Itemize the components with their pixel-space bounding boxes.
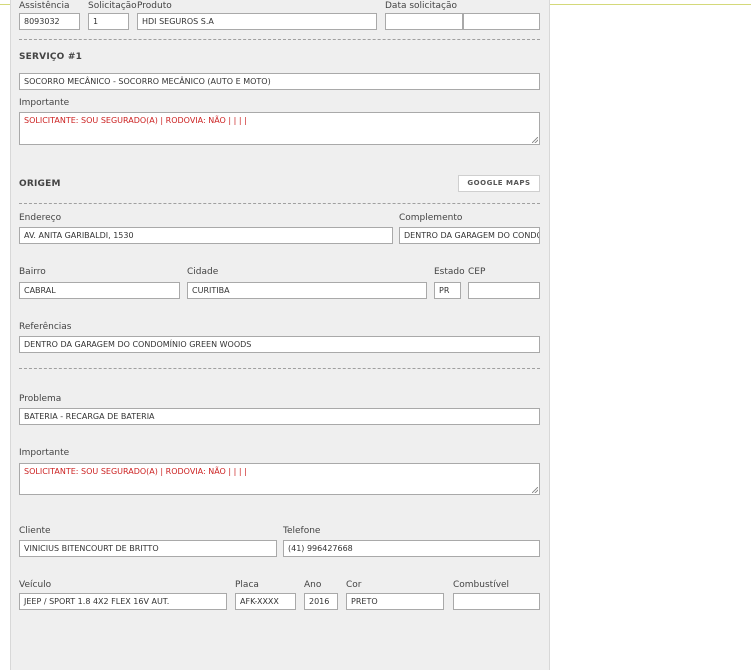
solicitacao-label: Solicitação bbox=[88, 1, 137, 11]
cep-label: CEP bbox=[468, 267, 486, 277]
problema-field[interactable]: BATERIA - RECARGA DE BATERIA bbox=[19, 408, 540, 425]
endereco-field[interactable]: AV. ANITA GARIBALDI, 1530 bbox=[19, 227, 393, 244]
bairro-field[interactable]: CABRAL bbox=[19, 282, 180, 299]
cep-field[interactable] bbox=[468, 282, 540, 299]
cidade-field[interactable]: CURITIBA bbox=[187, 282, 427, 299]
data-solicitacao-time-field[interactable] bbox=[463, 13, 540, 30]
assistencia-field[interactable]: 8093032 bbox=[19, 13, 80, 30]
problema-importante-textarea[interactable]: SOLICITANTE: SOU SEGURADO(A) | RODOVIA: … bbox=[19, 463, 540, 495]
ano-label: Ano bbox=[304, 580, 322, 590]
complemento-field[interactable]: DENTRO DA GARAGEM DO CONDOMÍNIO bbox=[399, 227, 540, 244]
ano-field[interactable]: 2016 bbox=[304, 593, 338, 610]
cor-field[interactable]: PRETO bbox=[346, 593, 444, 610]
resize-grip-icon[interactable] bbox=[532, 487, 538, 493]
origem-title: ORIGEM bbox=[19, 179, 61, 189]
data-solicitacao-date-field[interactable] bbox=[385, 13, 463, 30]
endereco-label: Endereço bbox=[19, 213, 62, 223]
servico-field[interactable]: SOCORRO MECÂNICO - SOCORRO MECÂNICO (AUT… bbox=[19, 73, 540, 90]
problema-importante-label: Importante bbox=[19, 448, 70, 458]
produto-field[interactable]: HDI SEGUROS S.A bbox=[137, 13, 377, 30]
google-maps-button[interactable]: GOOGLE MAPS bbox=[458, 175, 540, 192]
divider bbox=[19, 368, 540, 369]
servico-importante-textarea[interactable]: SOLICITANTE: SOU SEGURADO(A) | RODOVIA: … bbox=[19, 112, 540, 145]
problema-importante-text: SOLICITANTE: SOU SEGURADO(A) | RODOVIA: … bbox=[24, 467, 247, 476]
complemento-label: Complemento bbox=[399, 213, 463, 223]
referencias-field[interactable]: DENTRO DA GARAGEM DO CONDOMÍNIO GREEN WO… bbox=[19, 336, 540, 353]
veiculo-field[interactable]: JEEP / SPORT 1.8 4X2 FLEX 16V AUT. bbox=[19, 593, 227, 610]
resize-grip-icon[interactable] bbox=[532, 137, 538, 143]
combustivel-field[interactable] bbox=[453, 593, 540, 610]
form-panel bbox=[10, 0, 550, 670]
data-solicitacao-label: Data solicitação bbox=[385, 1, 458, 11]
cliente-label: Cliente bbox=[19, 526, 51, 536]
bairro-label: Bairro bbox=[19, 267, 46, 277]
problema-label: Problema bbox=[19, 394, 62, 404]
combustivel-label: Combustível bbox=[453, 580, 510, 590]
telefone-label: Telefone bbox=[283, 526, 321, 536]
estado-field[interactable]: PR bbox=[434, 282, 461, 299]
divider bbox=[19, 39, 540, 40]
placa-field[interactable]: AFK-XXXX bbox=[235, 593, 296, 610]
assistencia-label: Assistência bbox=[19, 1, 70, 11]
cor-label: Cor bbox=[346, 580, 362, 590]
estado-label: Estado bbox=[434, 267, 465, 277]
telefone-field[interactable]: (41) 996427668 bbox=[283, 540, 540, 557]
cliente-field[interactable]: VINICIUS BITENCOURT DE BRITTO bbox=[19, 540, 277, 557]
referencias-label: Referências bbox=[19, 322, 72, 332]
servico-title: SERVIÇO #1 bbox=[19, 52, 83, 62]
cidade-label: Cidade bbox=[187, 267, 219, 277]
solicitacao-field[interactable]: 1 bbox=[88, 13, 129, 30]
divider bbox=[19, 203, 540, 204]
placa-label: Placa bbox=[235, 580, 259, 590]
veiculo-label: Veículo bbox=[19, 580, 52, 590]
servico-importante-label: Importante bbox=[19, 98, 70, 108]
produto-label: Produto bbox=[137, 1, 172, 11]
servico-importante-text: SOLICITANTE: SOU SEGURADO(A) | RODOVIA: … bbox=[24, 116, 247, 125]
